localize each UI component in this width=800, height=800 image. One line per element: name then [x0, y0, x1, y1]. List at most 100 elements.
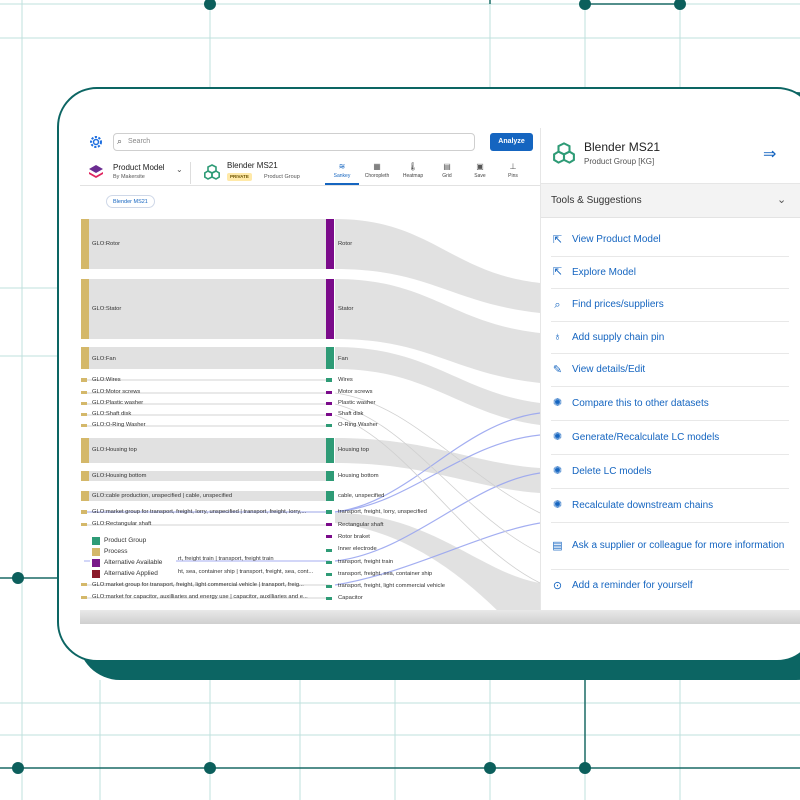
lightbulb-icon: ✺ [552, 397, 563, 409]
sankey-legend: Product Group Process Alternative Availa… [90, 532, 176, 582]
node-label[interactable]: GLO:Housing bottom [92, 472, 146, 480]
legend-item: Alternative Applied [92, 568, 174, 579]
node-label[interactable]: Fan [338, 355, 348, 363]
node-label[interactable]: transport, freight, light commercial veh… [338, 582, 445, 590]
tab-heatmap[interactable]: 🌡 Heatmap [396, 161, 430, 185]
node-label[interactable]: ht, sea, container ship | transport, fre… [178, 568, 313, 576]
action-generate-lc[interactable]: ✺ Generate/Recalculate LC models [551, 421, 789, 455]
app-window: ⌕ Search Analyze Product Model By Makers… [80, 128, 800, 623]
message-icon: ▤ [552, 539, 563, 552]
lightbulb-icon: ✺ [552, 499, 563, 511]
legend-item: Product Group [92, 535, 174, 546]
action-ask-supplier[interactable]: ▤ Ask a supplier or colleague for more in… [551, 523, 789, 570]
node-label[interactable]: GLO:Motor screws [92, 388, 140, 396]
collapse-panel-icon[interactable]: ⇒ [763, 144, 776, 164]
action-find-prices[interactable]: ⌕ Find prices/suppliers [551, 289, 789, 322]
node-label[interactable]: rt, freight train | transport, freight t… [178, 555, 274, 563]
analyze-button[interactable]: Analyze [490, 133, 533, 151]
legend-swatch [92, 558, 100, 567]
node-label[interactable]: GLO:Rotor [92, 240, 120, 248]
flow-rotor [84, 219, 330, 269]
panel-header: Blender MS21 Product Group [KG] ⇒ [541, 128, 800, 184]
product-model-subtitle: By Makersite [113, 174, 145, 180]
legend-item: Process [92, 546, 174, 557]
save-icon: ▣ [476, 162, 484, 171]
node-label[interactable]: cable, unspecified [338, 492, 384, 500]
layers-icon [88, 164, 104, 180]
reminder-icon: ⊙ [552, 579, 563, 592]
node-label[interactable]: Stator [338, 305, 353, 313]
tab-grid[interactable]: ▤ Grid [430, 161, 464, 185]
node-label[interactable]: Housing top [338, 446, 369, 454]
lightbulb-icon: ✺ [552, 465, 563, 477]
top-bar: ⌕ Search Analyze [80, 128, 540, 156]
tools-section-header[interactable]: Tools & Suggestions ⌄ [541, 184, 800, 218]
node-label[interactable]: Capacitor [338, 594, 363, 602]
node-label[interactable]: GLO:Wires [92, 376, 121, 384]
save-button[interactable]: ▣ Save [463, 161, 497, 185]
chevron-down-icon[interactable]: ⌄ [176, 165, 183, 174]
node-label[interactable]: Housing bottom [338, 472, 379, 480]
node-label[interactable]: GLO:market for capacitor, auxilliaries a… [92, 593, 308, 601]
heatmap-icon: 🌡 [407, 162, 419, 171]
node-label[interactable]: GLO:Plastic washer [92, 399, 143, 407]
pins-button[interactable]: ⊥ Pins [496, 161, 530, 185]
lightbulb-icon: ✺ [552, 431, 563, 443]
node-label[interactable]: Rotor braket [338, 533, 370, 541]
search-input[interactable]: ⌕ Search [113, 133, 475, 151]
node-label[interactable]: GLO:Stator [92, 305, 121, 313]
action-view-details[interactable]: ✎ View details/Edit [551, 354, 789, 387]
node-label[interactable]: GLO:Housing top [92, 446, 137, 454]
node-label[interactable]: transport, freight, sea, container ship [338, 570, 432, 578]
node-label[interactable]: GLO:O-Ring Washer [92, 421, 146, 429]
divider [190, 162, 191, 184]
action-compare[interactable]: ✺ Compare this to other datasets [551, 387, 789, 421]
tab-choropleth[interactable]: ▦ Choropleth [360, 161, 394, 185]
action-add-reminder[interactable]: ⊙ Add a reminder for yourself [551, 570, 789, 602]
node-label[interactable]: GLO:Shaft disk [92, 410, 131, 418]
node-label[interactable]: Plastic washer [338, 399, 375, 407]
pin-icon: ♁ [553, 331, 562, 343]
tab-sankey[interactable]: ≋ Sankey [325, 161, 359, 185]
node-label[interactable]: Rectangular shaft [338, 521, 383, 529]
product-model-title[interactable]: Product Model [113, 163, 165, 172]
breadcrumb-chip[interactable]: Blender MS21 [106, 195, 155, 208]
node-label[interactable]: O-Ring Washer [338, 421, 378, 429]
search-icon: ⌕ [117, 136, 123, 146]
node-label[interactable]: Motor screws [338, 388, 372, 396]
chevron-down-icon[interactable]: ⌄ [777, 193, 786, 206]
explore-icon: ⇱ [552, 266, 563, 278]
model-title: Blender MS21 [227, 161, 278, 170]
legend-item: Alternative Available [92, 557, 174, 568]
node-label[interactable]: GLO:Fan [92, 355, 116, 363]
window-bottom-edge [80, 610, 800, 624]
sankey-icon: ≋ [338, 162, 346, 171]
choropleth-icon: ▦ [373, 162, 381, 171]
node-label[interactable]: Shaft disk [338, 410, 363, 418]
model-toolbar: Product Model By Makersite ⌄ Blender MS2… [80, 158, 540, 186]
node-label[interactable]: transport, freight train [338, 558, 393, 566]
details-panel: Blender MS21 Product Group [KG] ⇒ Tools … [540, 128, 800, 623]
legend-swatch [92, 569, 100, 578]
gear-icon[interactable] [88, 134, 104, 150]
node-label[interactable]: Wires [338, 376, 353, 384]
action-recalculate[interactable]: ✺ Recalculate downstream chains [551, 489, 789, 523]
node-label[interactable]: GLO:market group for transport, freight,… [92, 508, 306, 516]
action-view-product-model[interactable]: ⇱ View Product Model [551, 224, 789, 257]
action-explore-model[interactable]: ⇱ Explore Model [551, 257, 789, 289]
search-placeholder: Search [128, 138, 151, 145]
node-label[interactable]: Inner electrode [338, 545, 377, 553]
node-label[interactable]: Rotor [338, 240, 352, 248]
pin-icon: ⊥ [509, 162, 517, 171]
node-label[interactable]: transport, freight, lorry, unspecified [338, 508, 427, 516]
node-label[interactable]: GLO:market group for transport, freight,… [92, 581, 304, 589]
legend-swatch [92, 536, 100, 545]
view-model-icon: ⇱ [552, 233, 563, 246]
action-add-pin[interactable]: ♁ Add supply chain pin [551, 322, 789, 354]
action-delete-lc[interactable]: ✺ Delete LC models [551, 455, 789, 489]
flow-lower-out [335, 513, 540, 623]
node-label[interactable]: GLO:Rectangular shaft [92, 520, 151, 528]
panel-title: Blender MS21 [584, 140, 661, 154]
edit-icon: ✎ [552, 363, 563, 376]
node-label[interactable]: GLO:cable production, unspecified | cabl… [92, 492, 232, 500]
